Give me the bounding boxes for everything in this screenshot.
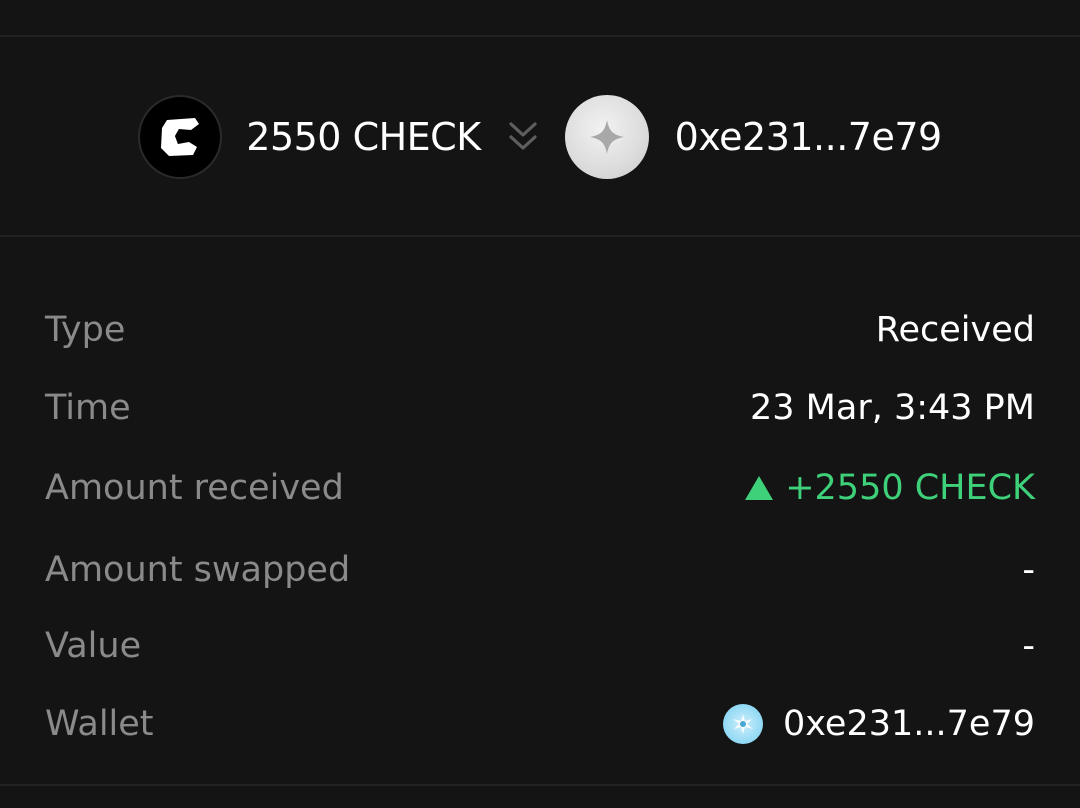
wallet-address-text[interactable]: 0xe231...7e79 bbox=[783, 704, 1035, 744]
detail-row-value: Value - bbox=[45, 616, 1035, 676]
wallet-label: Wallet bbox=[45, 704, 154, 744]
section-divider bbox=[0, 235, 1080, 237]
detail-row-time: Time 23 Mar, 3:43 PM bbox=[45, 378, 1035, 438]
check-token-logo-icon bbox=[138, 95, 223, 179]
time-value: 23 Mar, 3:43 PM bbox=[750, 388, 1035, 428]
wallet-address[interactable]: 0xe231...7e79 bbox=[675, 115, 943, 159]
double-chevron-down-icon bbox=[507, 119, 539, 155]
amount-received-value: +2550 CHECK bbox=[745, 468, 1035, 508]
value-label: Value bbox=[45, 626, 142, 666]
value-value: - bbox=[1022, 626, 1035, 666]
detail-row-amount-swapped: Amount swapped - bbox=[45, 540, 1035, 600]
amount-swapped-label: Amount swapped bbox=[45, 550, 351, 590]
sparkle-avatar-icon bbox=[564, 95, 649, 179]
amount-swapped-value: - bbox=[1022, 550, 1035, 590]
wallet-value[interactable]: 0xe231...7e79 bbox=[723, 704, 1035, 744]
type-label: Type bbox=[45, 310, 126, 350]
top-divider bbox=[0, 35, 1080, 37]
triangle-up-icon bbox=[745, 476, 774, 500]
bottom-divider bbox=[0, 784, 1080, 786]
detail-row-amount-received: Amount received +2550 CHECK bbox=[45, 458, 1035, 518]
transfer-summary: 2550 CHECK 0xe231...7e79 bbox=[0, 93, 1080, 181]
detail-row-wallet: Wallet 0xe231...7e79 bbox=[45, 694, 1035, 754]
token-amount: 2550 CHECK bbox=[246, 115, 481, 159]
detail-row-type: Type Received bbox=[45, 300, 1035, 360]
amount-received-label: Amount received bbox=[45, 468, 344, 508]
time-label: Time bbox=[45, 388, 131, 428]
type-value: Received bbox=[875, 310, 1035, 350]
wallet-avatar-icon bbox=[723, 704, 764, 744]
amount-received-text: +2550 CHECK bbox=[785, 468, 1035, 508]
